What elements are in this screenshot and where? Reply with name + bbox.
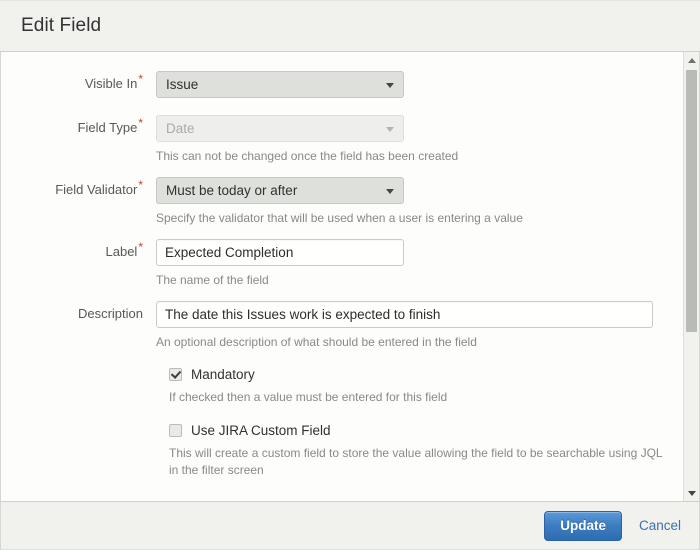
label-input[interactable] — [156, 239, 404, 266]
scroll-down-button[interactable] — [684, 485, 699, 501]
edit-field-dialog: Edit Field Visible In* Issue — [0, 0, 700, 550]
spacer — [1, 288, 677, 301]
field-row-visible-in: Visible In* Issue — [1, 71, 677, 98]
spacer — [1, 226, 677, 239]
use-jira-custom-field-hint: This will create a custom field to store… — [169, 445, 669, 479]
use-jira-custom-field-label[interactable]: Use JIRA Custom Field — [191, 423, 331, 438]
description-input[interactable] — [156, 301, 653, 328]
mandatory-checkbox-row[interactable]: Mandatory — [169, 367, 677, 382]
vertical-scrollbar[interactable] — [683, 52, 699, 501]
use-jira-custom-field-checkbox-row[interactable]: Use JIRA Custom Field — [169, 423, 677, 438]
form-scroll-content: Visible In* Issue Field Type* Date — [1, 52, 677, 501]
chevron-down-icon — [386, 127, 394, 132]
field-validator-label: Field Validator* — [1, 177, 156, 197]
field-type-value: Date — [166, 121, 195, 136]
chevron-down-icon — [688, 491, 696, 496]
required-asterisk: * — [138, 240, 143, 254]
label-field-hint: The name of the field — [156, 272, 677, 288]
visible-in-label-text: Visible In — [85, 76, 138, 91]
dialog-footer: Update Cancel — [0, 501, 700, 550]
label-field-label: Label* — [1, 239, 156, 259]
field-type-label-text: Field Type — [78, 120, 138, 135]
field-validator-hint: Specify the validator that will be used … — [156, 210, 677, 226]
description-field-hint: An optional description of what should b… — [156, 334, 677, 350]
mandatory-checkbox[interactable] — [169, 368, 182, 381]
mandatory-hint: If checked then a value must be entered … — [169, 389, 669, 406]
scroll-up-button[interactable] — [684, 52, 699, 68]
cancel-button[interactable]: Cancel — [639, 518, 681, 533]
chevron-down-icon — [386, 189, 394, 194]
field-row-label: Label* The name of the field — [1, 239, 677, 288]
field-row-field-validator: Field Validator* Must be today or after … — [1, 177, 677, 226]
visible-in-label: Visible In* — [1, 71, 156, 91]
update-button[interactable]: Update — [544, 511, 622, 541]
field-validator-select[interactable]: Must be today or after — [156, 177, 404, 204]
field-row-description: Description An optional description of w… — [1, 301, 677, 350]
required-asterisk: * — [138, 72, 143, 86]
field-type-label: Field Type* — [1, 115, 156, 135]
field-type-select: Date — [156, 115, 404, 142]
spacer — [1, 164, 677, 177]
mandatory-label[interactable]: Mandatory — [191, 367, 255, 382]
spacer — [1, 98, 677, 115]
page-title: Edit Field — [21, 15, 101, 37]
visible-in-value: Issue — [166, 77, 198, 92]
required-asterisk: * — [138, 116, 143, 130]
label-field-label-text: Label — [106, 244, 138, 259]
dialog-header: Edit Field — [0, 0, 700, 52]
field-validator-value: Must be today or after — [166, 183, 297, 198]
use-jira-custom-field-checkbox[interactable] — [169, 424, 182, 437]
scrollbar-thumb[interactable] — [686, 70, 697, 332]
visible-in-select[interactable]: Issue — [156, 71, 404, 98]
required-asterisk: * — [138, 178, 143, 192]
description-field-label-text: Description — [78, 306, 143, 321]
description-field-label: Description — [1, 301, 156, 321]
chevron-up-icon — [688, 58, 696, 63]
field-validator-label-text: Field Validator — [55, 182, 137, 197]
field-row-field-type: Field Type* Date This can not be changed… — [1, 115, 677, 164]
spacer — [1, 406, 677, 423]
spacer — [1, 350, 677, 367]
field-type-hint: This can not be changed once the field h… — [156, 148, 677, 164]
dialog-body: Visible In* Issue Field Type* Date — [0, 52, 700, 501]
chevron-down-icon — [386, 83, 394, 88]
